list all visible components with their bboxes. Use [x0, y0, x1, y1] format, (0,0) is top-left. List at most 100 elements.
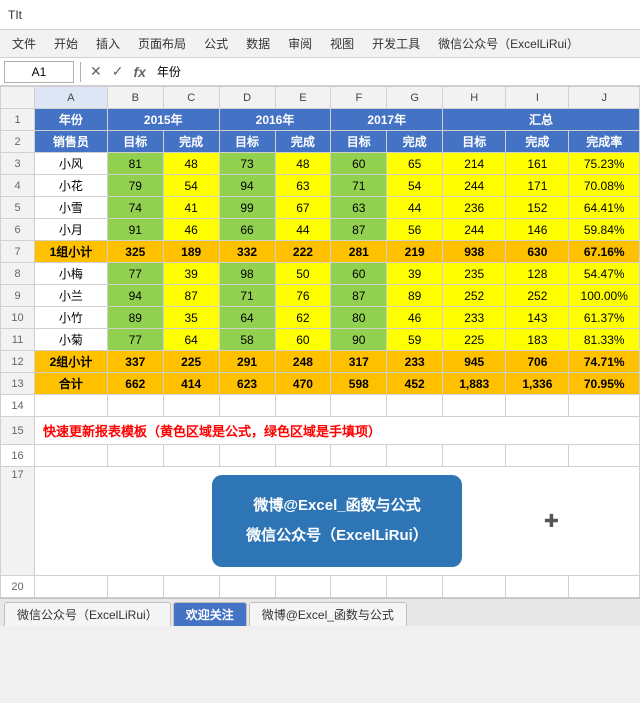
- cell-i13[interactable]: 1,336: [506, 373, 569, 395]
- cell-g6[interactable]: 56: [387, 219, 443, 241]
- cell-f10[interactable]: 80: [331, 307, 387, 329]
- cell-f9[interactable]: 87: [331, 285, 387, 307]
- tab-weixin[interactable]: 微信公众号（ExcelLiRui）: [4, 602, 171, 626]
- cell-e11[interactable]: 60: [275, 329, 331, 351]
- cell-e4[interactable]: 63: [275, 175, 331, 197]
- cell-e9[interactable]: 76: [275, 285, 331, 307]
- cell-b4[interactable]: 79: [107, 175, 163, 197]
- cell-c7[interactable]: 189: [163, 241, 219, 263]
- cell-h2[interactable]: 目标: [443, 131, 506, 153]
- col-header-a[interactable]: A: [35, 87, 108, 109]
- cell-b12[interactable]: 337: [107, 351, 163, 373]
- cell-a8[interactable]: 小梅: [35, 263, 108, 285]
- col-header-d[interactable]: D: [219, 87, 275, 109]
- cell-i10[interactable]: 143: [506, 307, 569, 329]
- cell-g10[interactable]: 46: [387, 307, 443, 329]
- cell-f3[interactable]: 60: [331, 153, 387, 175]
- cell-f4[interactable]: 71: [331, 175, 387, 197]
- cell-b8[interactable]: 77: [107, 263, 163, 285]
- cell-a3[interactable]: 小风: [35, 153, 108, 175]
- cancel-icon[interactable]: ✕: [87, 63, 105, 80]
- cell-e3[interactable]: 48: [275, 153, 331, 175]
- cell-a6[interactable]: 小月: [35, 219, 108, 241]
- cell-j12[interactable]: 74.71%: [569, 351, 640, 373]
- cell-f13[interactable]: 598: [331, 373, 387, 395]
- cell-d9[interactable]: 71: [219, 285, 275, 307]
- cell-c3[interactable]: 48: [163, 153, 219, 175]
- cell-d2[interactable]: 目标: [219, 131, 275, 153]
- cell-h9[interactable]: 252: [443, 285, 506, 307]
- menu-item-审阅[interactable]: 审阅: [280, 32, 320, 55]
- fx-icon[interactable]: fx: [130, 64, 148, 80]
- cell-g4[interactable]: 54: [387, 175, 443, 197]
- cell-j2[interactable]: 完成率: [569, 131, 640, 153]
- cell-g2[interactable]: 完成: [387, 131, 443, 153]
- cell-j9[interactable]: 100.00%: [569, 285, 640, 307]
- cell-a2[interactable]: 销售员: [35, 131, 108, 153]
- cell-g12[interactable]: 233: [387, 351, 443, 373]
- cell-j7[interactable]: 67.16%: [569, 241, 640, 263]
- cell-b1[interactable]: 2015年: [107, 109, 219, 131]
- cell-b9[interactable]: 94: [107, 285, 163, 307]
- cell-g11[interactable]: 59: [387, 329, 443, 351]
- cell-h8[interactable]: 235: [443, 263, 506, 285]
- cell-b2[interactable]: 目标: [107, 131, 163, 153]
- cell-c10[interactable]: 35: [163, 307, 219, 329]
- cell-a13[interactable]: 合计: [35, 373, 108, 395]
- cell-i12[interactable]: 706: [506, 351, 569, 373]
- tab-welcome[interactable]: 欢迎关注: [173, 602, 247, 626]
- menu-item-视图[interactable]: 视图: [322, 32, 362, 55]
- cell-c11[interactable]: 64: [163, 329, 219, 351]
- cell-a7[interactable]: 1组小计: [35, 241, 108, 263]
- cell-j11[interactable]: 81.33%: [569, 329, 640, 351]
- cell-b11[interactable]: 77: [107, 329, 163, 351]
- cell-j3[interactable]: 75.23%: [569, 153, 640, 175]
- cell-i4[interactable]: 171: [506, 175, 569, 197]
- cell-d8[interactable]: 98: [219, 263, 275, 285]
- cell-d7[interactable]: 332: [219, 241, 275, 263]
- cell-d12[interactable]: 291: [219, 351, 275, 373]
- menu-item-页面布局[interactable]: 页面布局: [130, 32, 194, 55]
- tab-weibo[interactable]: 微博@Excel_函数与公式: [249, 602, 407, 626]
- col-header-b[interactable]: B: [107, 87, 163, 109]
- cell-d1[interactable]: 2016年: [219, 109, 331, 131]
- col-header-e[interactable]: E: [275, 87, 331, 109]
- cell-i11[interactable]: 183: [506, 329, 569, 351]
- cell-f1[interactable]: 2017年: [331, 109, 443, 131]
- col-header-i[interactable]: I: [506, 87, 569, 109]
- col-header-g[interactable]: G: [387, 87, 443, 109]
- cell-a5[interactable]: 小雪: [35, 197, 108, 219]
- cell-f8[interactable]: 60: [331, 263, 387, 285]
- cell-e13[interactable]: 470: [275, 373, 331, 395]
- cell-d13[interactable]: 623: [219, 373, 275, 395]
- cell-g9[interactable]: 89: [387, 285, 443, 307]
- menu-item-开发工具[interactable]: 开发工具: [364, 32, 428, 55]
- cell-c6[interactable]: 46: [163, 219, 219, 241]
- cell-j4[interactable]: 70.08%: [569, 175, 640, 197]
- col-header-f[interactable]: F: [331, 87, 387, 109]
- cell-g13[interactable]: 452: [387, 373, 443, 395]
- cell-f7[interactable]: 281: [331, 241, 387, 263]
- cell-c4[interactable]: 54: [163, 175, 219, 197]
- cell-b13[interactable]: 662: [107, 373, 163, 395]
- cell-h4[interactable]: 244: [443, 175, 506, 197]
- cell-h5[interactable]: 236: [443, 197, 506, 219]
- cell-e5[interactable]: 67: [275, 197, 331, 219]
- cell-f12[interactable]: 317: [331, 351, 387, 373]
- cell-h7[interactable]: 938: [443, 241, 506, 263]
- cell-f6[interactable]: 87: [331, 219, 387, 241]
- cell-e12[interactable]: 248: [275, 351, 331, 373]
- cell-g8[interactable]: 39: [387, 263, 443, 285]
- cell-f11[interactable]: 90: [331, 329, 387, 351]
- cell-d5[interactable]: 99: [219, 197, 275, 219]
- menu-item-开始[interactable]: 开始: [46, 32, 86, 55]
- cell-reference[interactable]: [4, 61, 74, 83]
- cell-e2[interactable]: 完成: [275, 131, 331, 153]
- confirm-icon[interactable]: ✓: [109, 63, 127, 80]
- cell-j5[interactable]: 64.41%: [569, 197, 640, 219]
- col-header-h[interactable]: H: [443, 87, 506, 109]
- cell-i9[interactable]: 252: [506, 285, 569, 307]
- cell-g5[interactable]: 44: [387, 197, 443, 219]
- cell-c12[interactable]: 225: [163, 351, 219, 373]
- cell-d11[interactable]: 58: [219, 329, 275, 351]
